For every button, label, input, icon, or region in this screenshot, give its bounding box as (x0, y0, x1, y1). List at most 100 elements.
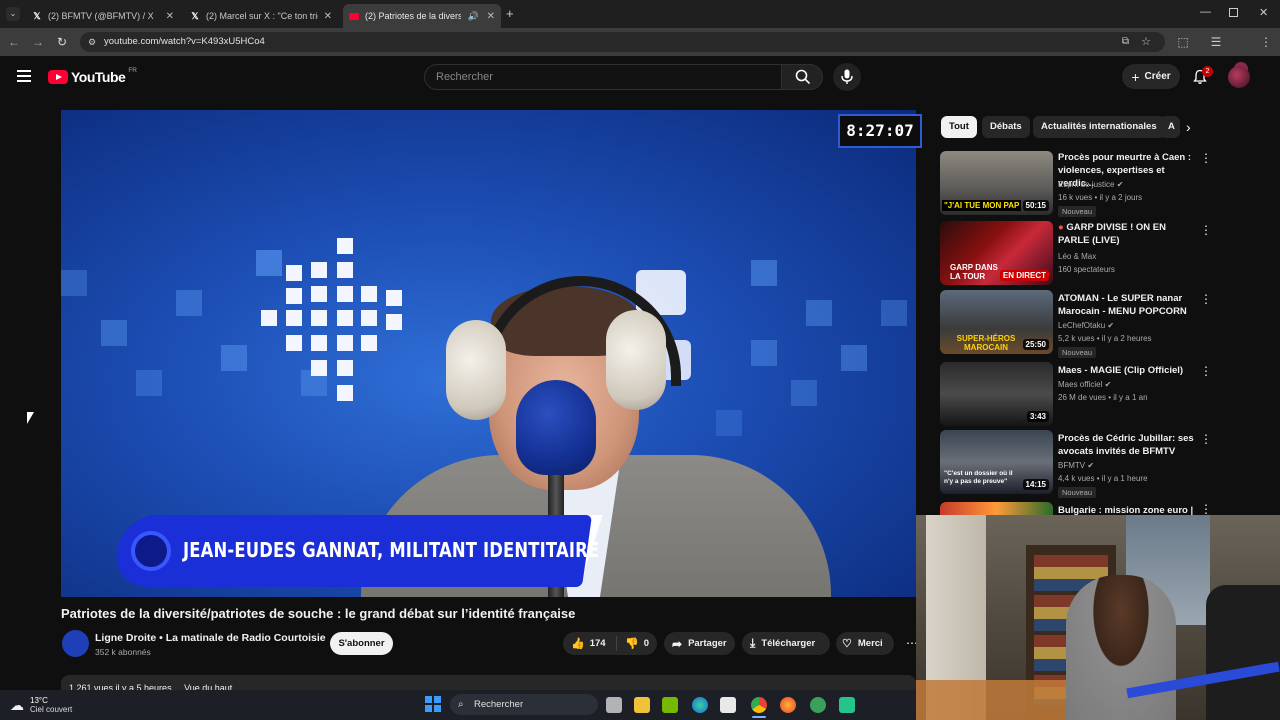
bg-square (221, 345, 247, 371)
headphone-right (606, 310, 666, 410)
edge-icon[interactable] (692, 697, 708, 713)
voice-search-button[interactable] (833, 63, 861, 91)
like-button[interactable]: 👍 174 (563, 636, 617, 651)
headphone-left (446, 320, 506, 420)
recommendation-card[interactable]: 3:43 Maes - MAGIE (Clip Officiel) Maes o… (940, 362, 1212, 426)
logo-square (337, 335, 353, 351)
close-tab-icon[interactable]: ✕ (324, 11, 332, 22)
rec-menu-icon[interactable]: ⋮ (1200, 364, 1212, 378)
new-badge: Nouveau (1058, 206, 1097, 217)
app-icon[interactable] (810, 697, 826, 713)
create-button[interactable]: + Créer (1122, 64, 1180, 89)
rec-menu-icon[interactable]: ⋮ (1200, 502, 1210, 516)
logo-square (311, 335, 327, 351)
logo-square (261, 310, 277, 326)
rec-menu-icon[interactable]: ⋮ (1200, 432, 1212, 446)
logo-square (311, 262, 327, 278)
logo-square (361, 335, 377, 351)
notifications-button[interactable]: 2 (1192, 66, 1213, 87)
bg-square (176, 290, 202, 316)
chips-next-chevron-icon[interactable]: › (1186, 119, 1191, 135)
rec-meta: 4,4 k vues • il y a 1 heure (1058, 474, 1148, 483)
rec-menu-icon[interactable]: ⋮ (1200, 223, 1212, 237)
chip-debates[interactable]: Débats (982, 116, 1030, 138)
recommendation-card[interactable]: GARP DANS LA TOUR EN DIRECT ● GARP DIVIS… (940, 221, 1212, 287)
recommendation-card[interactable]: Bulgarie : mission zone euro | ⋮ (940, 502, 1210, 516)
reload-icon[interactable]: ↻ (54, 34, 70, 50)
video-player[interactable]: JEAN-EUDES GANNAT, MILITANT IDENTITAIRE (61, 110, 916, 597)
logo-square (286, 335, 302, 351)
thumbs-up-icon: 👍 (571, 638, 585, 650)
region-code: FR (128, 66, 137, 74)
audio-playing-icon[interactable]: 🔊 (468, 11, 479, 22)
extensions-icon[interactable]: ⬚ (1175, 34, 1191, 50)
youtube-logo[interactable]: YouTube FR (48, 66, 137, 86)
minimize-window-icon[interactable]: — (1200, 6, 1211, 18)
thanks-button[interactable]: ♡ Merci (836, 632, 894, 655)
forward-arrow-icon[interactable]: → (30, 34, 46, 50)
share-button[interactable]: ➦ Partager (664, 632, 735, 655)
recommendation-card[interactable]: SUPER-HÉROS MAROCAIN 25:50 ATOMAN - Le S… (940, 290, 1212, 358)
maximize-window-icon[interactable] (1229, 8, 1238, 17)
subscribe-button[interactable]: S'abonner (330, 632, 393, 655)
chrome-icon[interactable] (751, 697, 767, 713)
hamburger-menu-icon[interactable] (17, 70, 31, 82)
tab-youtube-active[interactable]: (2) Patriotes de la diversité 🔊 ✕ (343, 4, 501, 28)
close-window-icon[interactable]: ✕ (1259, 6, 1268, 19)
close-tab-icon[interactable]: ✕ (487, 11, 495, 22)
channel-avatar[interactable] (62, 630, 89, 657)
tab-bfmtv[interactable]: 𝕏 (2) BFMTV (@BFMTV) / X ✕ (26, 4, 180, 28)
tab-marcel[interactable]: 𝕏 (2) Marcel sur X : "Ce ton triom ✕ (184, 4, 338, 28)
bg-square (841, 345, 867, 371)
rec-menu-icon[interactable]: ⋮ (1200, 151, 1212, 165)
nvidia-icon[interactable] (662, 697, 678, 713)
logo-square (337, 286, 353, 302)
video-thumbnail[interactable]: GARP DANS LA TOUR EN DIRECT (940, 221, 1053, 285)
install-app-icon[interactable]: ⧉ (1122, 32, 1129, 52)
app-icon[interactable] (839, 697, 855, 713)
search-button[interactable] (781, 64, 823, 90)
close-tab-icon[interactable]: ✕ (166, 11, 174, 22)
video-thumbnail[interactable]: "C'est un dossier où il n'y a pas de pre… (940, 430, 1053, 494)
channel-name[interactable]: Ligne Droite • La matinale de Radio Cour… (95, 632, 326, 644)
video-thumbnail[interactable]: 3:43 (940, 362, 1053, 426)
file-explorer-icon[interactable] (634, 697, 650, 713)
browser-menu-icon[interactable]: ⋮ (1258, 34, 1274, 50)
recommendation-card[interactable]: "J'AI TUE MON PAP 50:15 Procès pour meur… (940, 151, 1212, 217)
microsoft-store-icon[interactable] (720, 697, 736, 713)
search-input[interactable]: Rechercher (424, 64, 782, 90)
mouse-cursor-icon (27, 412, 34, 424)
rec-menu-icon[interactable]: ⋮ (1200, 292, 1212, 306)
back-arrow-icon[interactable]: ← (6, 34, 22, 50)
site-info-icon[interactable]: ⚙ (88, 32, 96, 52)
tab-search-chevron-icon[interactable]: ⌄ (6, 7, 20, 21)
dislike-button[interactable]: 👎 0 (617, 637, 649, 650)
chip-all[interactable]: Tout (941, 116, 977, 138)
live-dot-icon: ● (1058, 222, 1064, 233)
windows-start-icon[interactable] (425, 696, 441, 712)
task-view-icon[interactable] (606, 697, 622, 713)
url-field[interactable]: ⚙ youtube.com/watch?v=K493xU5HCo4 ⧉ ☆ (80, 32, 1165, 52)
bookmark-star-icon[interactable]: ☆ (1141, 32, 1151, 52)
like-count: 174 (589, 638, 606, 649)
new-tab-button[interactable]: + (506, 6, 514, 21)
video-thumbnail[interactable] (940, 502, 1053, 516)
download-button[interactable]: ⤓ Télécharger (742, 632, 830, 655)
firefox-icon[interactable] (780, 697, 796, 713)
taskbar-search[interactable]: ⌕ Rechercher (450, 694, 598, 715)
video-thumbnail[interactable]: "J'AI TUE MON PAP 50:15 (940, 151, 1053, 215)
account-avatar[interactable] (1228, 66, 1250, 88)
youtube-icon (349, 11, 359, 21)
logo-square (311, 360, 327, 376)
recommendation-card[interactable]: "C'est un dossier où il n'y a pas de pre… (940, 430, 1212, 498)
video-thumbnail[interactable]: SUPER-HÉROS MAROCAIN 25:50 (940, 290, 1053, 354)
reading-list-icon[interactable]: ☰ (1208, 34, 1224, 50)
bg-square (881, 300, 907, 326)
active-app-indicator (752, 716, 766, 718)
duration-badge: 14:15 (1022, 479, 1049, 490)
chip-more[interactable]: A (1160, 116, 1180, 138)
browser-address-bar: ← → ↻ ⚙ youtube.com/watch?v=K493xU5HCo4 … (0, 28, 1280, 76)
webcam-chair (1206, 585, 1280, 720)
weather-widget[interactable]: ☁ 13°C Ciel couvert (10, 692, 72, 718)
chip-international-news[interactable]: Actualités internationales (1033, 116, 1165, 138)
